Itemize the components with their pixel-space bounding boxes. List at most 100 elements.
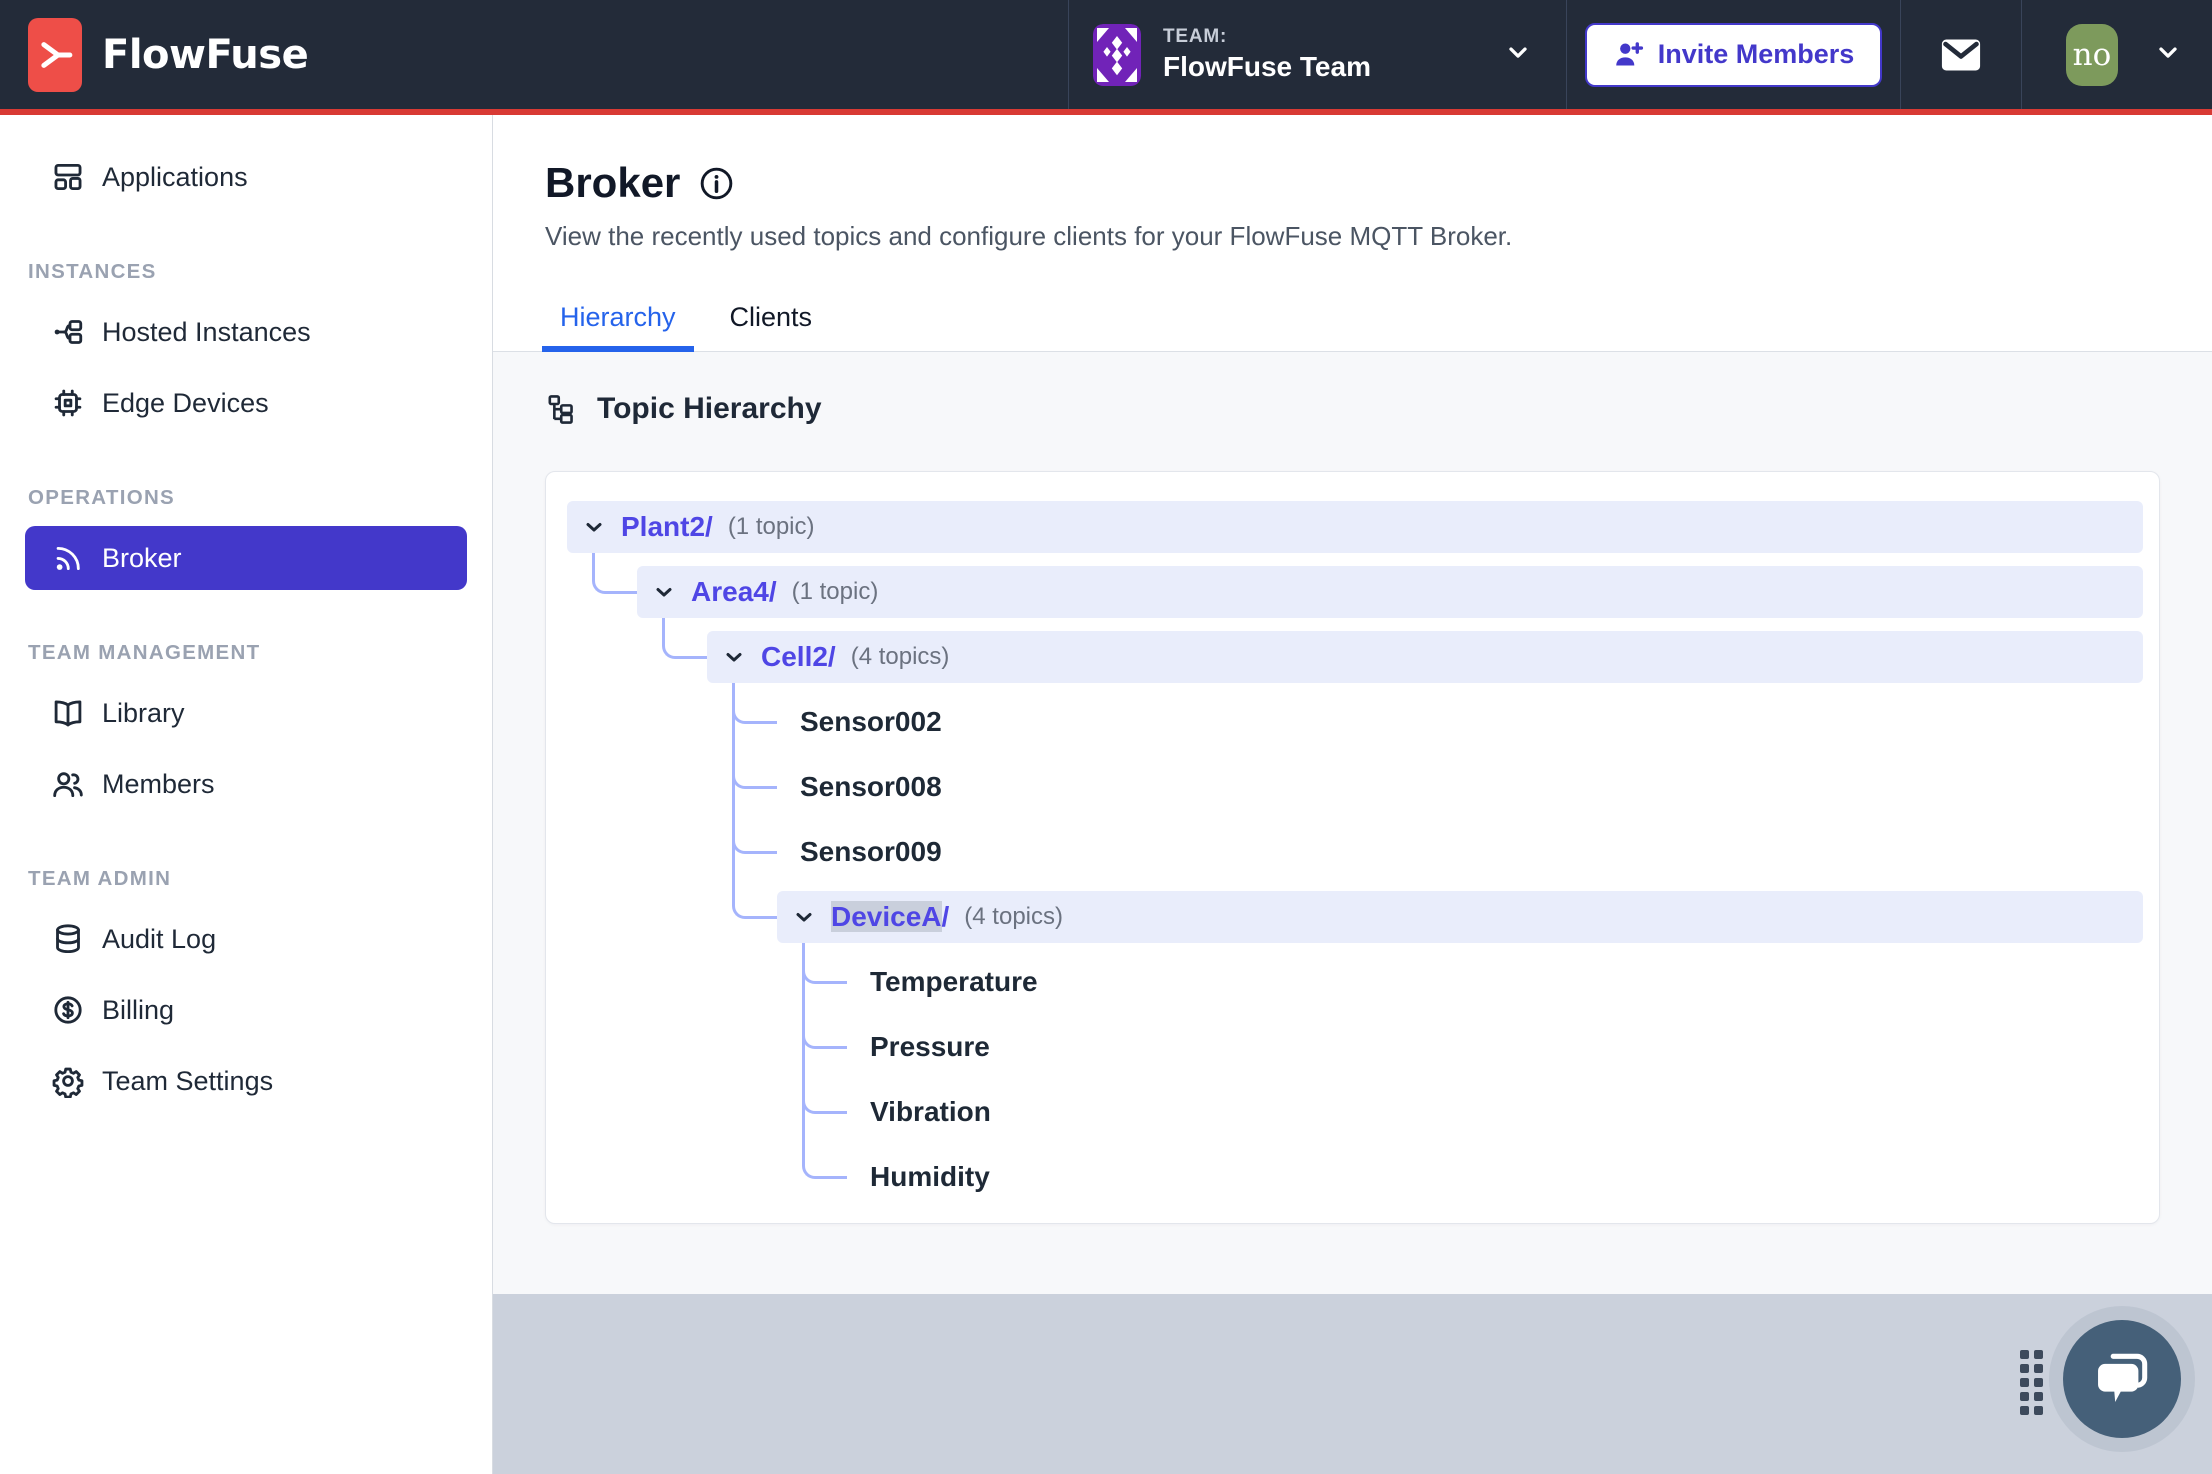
sidebar-item-label: Audit Log — [102, 923, 217, 954]
tree-node-sensor009[interactable]: Sensor009 — [777, 826, 942, 878]
team-selector[interactable]: TEAM: FlowFuse Team — [1069, 0, 1566, 109]
sidebar-item-label: Broker — [102, 542, 182, 573]
sidebar-item-edge-devices[interactable]: Edge Devices — [25, 371, 467, 435]
sidebar-item-label: Billing — [102, 994, 175, 1025]
tree-node-label: Plant2/ — [621, 511, 713, 542]
tree-node-plant2[interactable]: Plant2/ (1 topic) — [567, 501, 2143, 553]
sidebar-item-label: Hosted Instances — [102, 316, 311, 347]
sidebar-item-label: Edge Devices — [102, 387, 269, 418]
sidebar-item-audit-log[interactable]: Audit Log — [25, 907, 467, 971]
team-kicker: TEAM: — [1163, 26, 1228, 47]
page-footer — [493, 1294, 2212, 1474]
tree-node-humidity[interactable]: Humidity — [847, 1151, 990, 1203]
tree-connector — [662, 618, 707, 659]
tree-node-label: Humidity — [870, 1161, 990, 1192]
app-window: FlowFuse TEAM: FlowFuse Team Invite Memb… — [0, 0, 2212, 1474]
section-title: Topic Hierarchy — [545, 392, 2160, 426]
sidebar-item-billing[interactable]: Billing — [25, 978, 467, 1042]
tree-node-label: Cell2/ — [761, 641, 836, 672]
tree-node-label: Vibration — [870, 1096, 991, 1127]
billing-icon — [51, 993, 85, 1027]
library-icon — [51, 696, 85, 730]
tree-node-sensor002[interactable]: Sensor002 — [777, 696, 942, 748]
sidebar-item-broker[interactable]: Broker — [25, 526, 467, 590]
hosted-instances-icon — [51, 315, 85, 349]
chevron-down-icon — [2154, 38, 2182, 71]
team-labels: TEAM: FlowFuse Team — [1163, 26, 1371, 83]
sidebar-item-label: Team Settings — [102, 1065, 274, 1096]
tree-node-label: Sensor002 — [800, 706, 942, 737]
main-content: Broker View the recently used topics and… — [493, 115, 2212, 1474]
navbar-spacer — [308, 0, 1068, 109]
sidebar-section-instances: INSTANCES — [28, 259, 157, 283]
sidebar-section-team-management: TEAM MANAGEMENT — [28, 640, 261, 664]
topic-count: (1 topic) — [727, 513, 815, 540]
logo-wordmark: FlowFuse — [102, 31, 309, 78]
sidebar-item-team-settings[interactable]: Team Settings — [25, 1049, 467, 1113]
tree-node-pressure[interactable]: Pressure — [847, 1021, 990, 1073]
members-icon — [51, 767, 85, 801]
tab-hierarchy[interactable]: Hierarchy — [542, 302, 694, 352]
selected-text: DeviceA — [831, 901, 942, 932]
tree-node-label: Sensor009 — [800, 836, 942, 867]
tree-node-temperature[interactable]: Temperature — [847, 956, 1038, 1008]
section-title-label: Topic Hierarchy — [597, 392, 822, 425]
user-avatar: no — [2066, 23, 2118, 86]
tree-node-label: Sensor008 — [800, 771, 942, 802]
chevron-down-icon — [1504, 38, 1532, 71]
sidebar-item-label: Members — [102, 768, 215, 799]
topic-count: (4 topics) — [850, 643, 950, 670]
tree-node-devicea[interactable]: DeviceA/ (4 topics) — [777, 891, 2143, 943]
sidebar-section-team-admin: TEAM ADMIN — [28, 866, 172, 890]
sidebar-item-label: Applications — [102, 161, 248, 192]
content-body: Topic Hierarchy Plant2/ (1 topic) Area4/ (1… — [493, 352, 2212, 1294]
logo[interactable]: FlowFuse — [0, 0, 309, 109]
tree-node-sensor008[interactable]: Sensor008 — [777, 761, 942, 813]
tree-node-label: Area4/ — [691, 576, 777, 607]
invite-members-wrap: Invite Members — [1567, 0, 1900, 109]
sidebar-item-applications[interactable]: Applications — [25, 145, 467, 209]
tree-node-label: Temperature — [870, 966, 1038, 997]
info-icon[interactable] — [698, 165, 735, 202]
notifications-button[interactable] — [1901, 0, 2021, 109]
tree-node-cell2[interactable]: Cell2/ (4 topics) — [707, 631, 2143, 683]
page-description: View the recently used topics and config… — [545, 221, 1513, 251]
tab-clients[interactable]: Clients — [712, 302, 831, 351]
team-avatar — [1093, 23, 1141, 86]
sidebar-item-library[interactable]: Library — [25, 681, 467, 745]
user-menu[interactable]: no — [2022, 0, 2212, 109]
mail-icon — [1941, 39, 1981, 70]
tab-bar: Hierarchy Clients — [493, 302, 2212, 352]
chat-bubbles-icon — [2098, 1353, 2148, 1402]
sidebar-item-label: Library — [102, 697, 185, 728]
applications-icon — [51, 160, 85, 194]
page-header: Broker View the recently used topics and… — [493, 115, 2212, 252]
chevron-down-icon — [582, 515, 606, 539]
topic-count: (4 topics) — [964, 903, 1063, 930]
topic-hierarchy-card: Plant2/ (1 topic) Area4/ (1 topic) Cell2/ (4 … — [545, 471, 2160, 1224]
page-title: Broker — [545, 159, 681, 206]
invite-members-button[interactable]: Invite Members — [1584, 22, 1883, 87]
tree-node-vibration[interactable]: Vibration — [847, 1086, 991, 1138]
person-add-icon — [1615, 42, 1643, 66]
top-navbar: FlowFuse TEAM: FlowFuse Team Invite Memb… — [0, 0, 2212, 109]
tree-node-label: DeviceA/ — [831, 901, 950, 932]
tree-node-area4[interactable]: Area4/ (1 topic) — [637, 566, 2143, 618]
broker-icon — [51, 541, 85, 575]
tree-connector — [592, 553, 637, 594]
tree-connector — [732, 683, 777, 919]
chevron-down-icon — [652, 580, 676, 604]
sidebar-item-members[interactable]: Members — [25, 752, 467, 816]
flowfuse-logo-icon — [28, 17, 82, 92]
invite-members-label: Invite Members — [1657, 39, 1855, 69]
audit-log-icon — [51, 922, 85, 956]
chevron-down-icon — [722, 645, 746, 669]
topic-count: (1 topic) — [791, 578, 879, 605]
chat-widget-button[interactable] — [2063, 1320, 2181, 1438]
edge-devices-icon — [51, 386, 85, 420]
sidebar-nav: Applications INSTANCES Hosted Instances Edg… — [0, 115, 493, 1474]
drag-handle[interactable] — [2020, 1350, 2043, 1415]
sidebar-item-hosted-instances[interactable]: Hosted Instances — [25, 300, 467, 364]
tree-node-label: Pressure — [870, 1031, 990, 1062]
tree-connector — [802, 943, 847, 1179]
